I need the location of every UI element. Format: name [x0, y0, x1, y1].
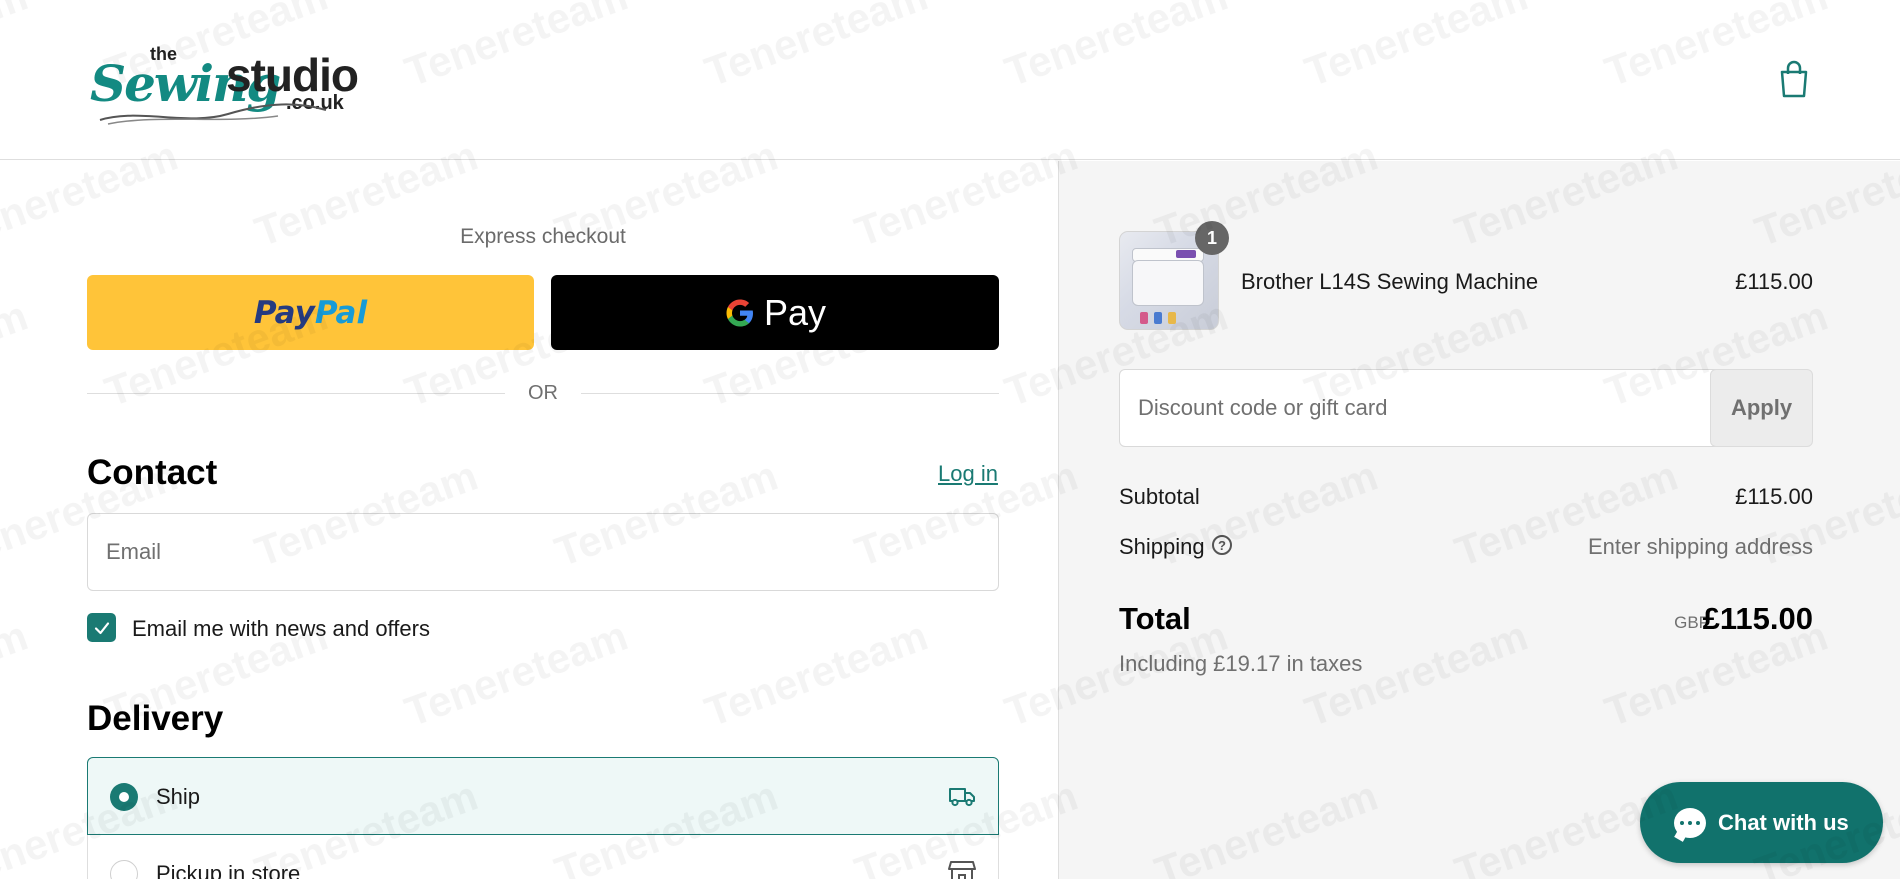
- ship-radio[interactable]: [110, 783, 138, 811]
- ship-label: Ship: [156, 784, 201, 809]
- log-in-link[interactable]: Log in: [938, 461, 998, 487]
- paypal-button[interactable]: Pay Pal: [87, 275, 534, 350]
- divider-right: [581, 393, 999, 394]
- machine-body-graphic: [1132, 260, 1204, 306]
- or-separator: OR: [528, 382, 558, 404]
- store-icon: [948, 861, 976, 879]
- subtotal-label: Subtotal: [1119, 484, 1200, 509]
- check-icon: [94, 621, 109, 634]
- machine-accent-graphic: [1176, 250, 1196, 258]
- spool-graphic: [1154, 312, 1162, 324]
- google-pay-label: Pay: [763, 291, 827, 333]
- divider-left: [87, 393, 505, 394]
- product-name: Brother L14S Sewing Machine: [1241, 269, 1539, 294]
- delivery-heading: Delivery: [87, 699, 224, 738]
- chat-label: Chat with us: [1718, 809, 1849, 835]
- store-logo[interactable]: the Sewing studio .co.uk: [88, 30, 359, 125]
- email-field[interactable]: [87, 513, 999, 591]
- chat-bubble-icon: [1674, 807, 1706, 838]
- google-pay-button[interactable]: Pay: [551, 275, 999, 350]
- news-offers-label[interactable]: Email me with news and offers: [132, 616, 430, 642]
- total-label: Total: [1119, 601, 1191, 636]
- google-g-icon: [726, 299, 753, 326]
- pickup-radio[interactable]: [110, 860, 138, 879]
- paypal-logo-pay: Pay: [253, 294, 315, 331]
- delivery-option-pickup[interactable]: Pickup in store: [87, 835, 999, 879]
- express-checkout-label: Express checkout: [460, 225, 626, 248]
- total-value: £115.00: [1702, 601, 1813, 636]
- checkout-main: Express checkout Pay Pal Pay OR Contact L…: [0, 161, 1058, 879]
- shipping-help-icon[interactable]: ?: [1212, 535, 1232, 555]
- discount-code-input[interactable]: [1119, 369, 1749, 447]
- apply-discount-button[interactable]: Apply: [1710, 369, 1813, 447]
- subtotal-value: £115.00: [1735, 484, 1813, 509]
- paypal-logo-pal: Pal: [314, 294, 368, 331]
- quantity-badge: 1: [1195, 221, 1229, 255]
- logo-swoosh-graphic: [99, 103, 327, 125]
- truck-icon: [949, 788, 975, 807]
- shipping-value: Enter shipping address: [1587, 534, 1813, 559]
- shipping-label: Shipping: [1119, 534, 1205, 559]
- delivery-option-ship[interactable]: Ship: [87, 757, 999, 835]
- spool-graphic: [1140, 312, 1148, 324]
- checkout-header: the Sewing studio .co.uk: [0, 0, 1900, 160]
- product-price: £115.00: [1735, 269, 1813, 294]
- contact-heading: Contact: [87, 453, 218, 492]
- chat-with-us-button[interactable]: Chat with us: [1640, 782, 1883, 863]
- order-summary: 1 Brother L14S Sewing Machine £115.00 Ap…: [1058, 161, 1900, 879]
- spool-graphic: [1168, 312, 1176, 324]
- news-offers-checkbox[interactable]: [87, 613, 116, 642]
- shopping-bag-icon[interactable]: [1778, 60, 1810, 98]
- taxes-note: Including £19.17 in taxes: [1119, 651, 1363, 676]
- pickup-label: Pickup in store: [156, 861, 301, 879]
